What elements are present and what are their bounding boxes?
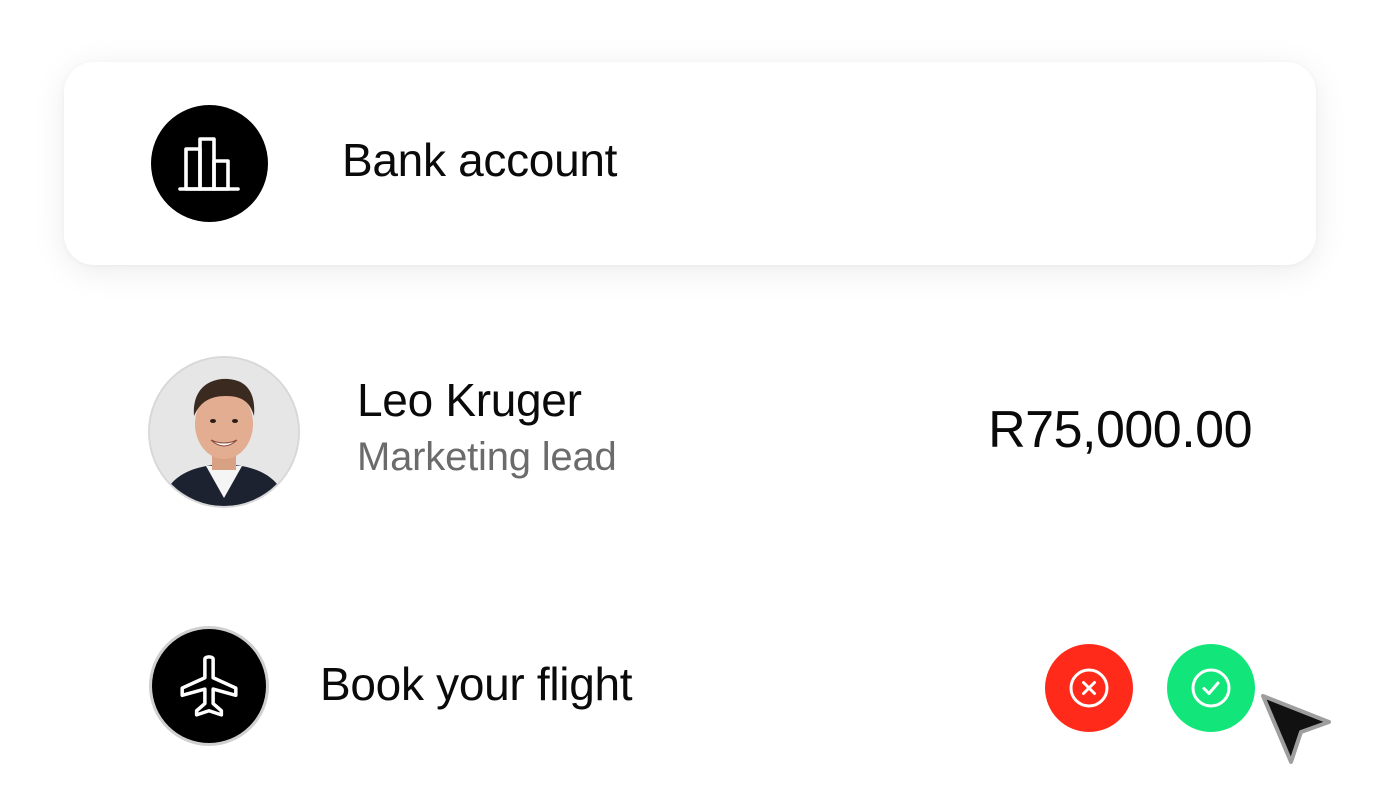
accept-button[interactable] — [1167, 644, 1255, 732]
avatar — [150, 358, 298, 506]
close-icon — [1069, 668, 1109, 708]
payment-approval-panel: Bank account Leo Kruger Marketing lead R… — [0, 0, 1376, 790]
check-icon — [1191, 668, 1231, 708]
mouse-cursor-icon — [1261, 694, 1331, 764]
bank-account-label: Bank account — [342, 134, 618, 186]
flight-label: Book your flight — [320, 658, 633, 710]
bank-account-card[interactable]: Bank account — [64, 62, 1316, 265]
bar-chart-icon — [151, 105, 268, 222]
person-role: Marketing lead — [357, 435, 617, 479]
person-name: Leo Kruger — [357, 374, 582, 426]
airplane-icon — [152, 629, 266, 743]
payment-amount: R75,000.00 — [988, 401, 1252, 459]
reject-button[interactable] — [1045, 644, 1133, 732]
